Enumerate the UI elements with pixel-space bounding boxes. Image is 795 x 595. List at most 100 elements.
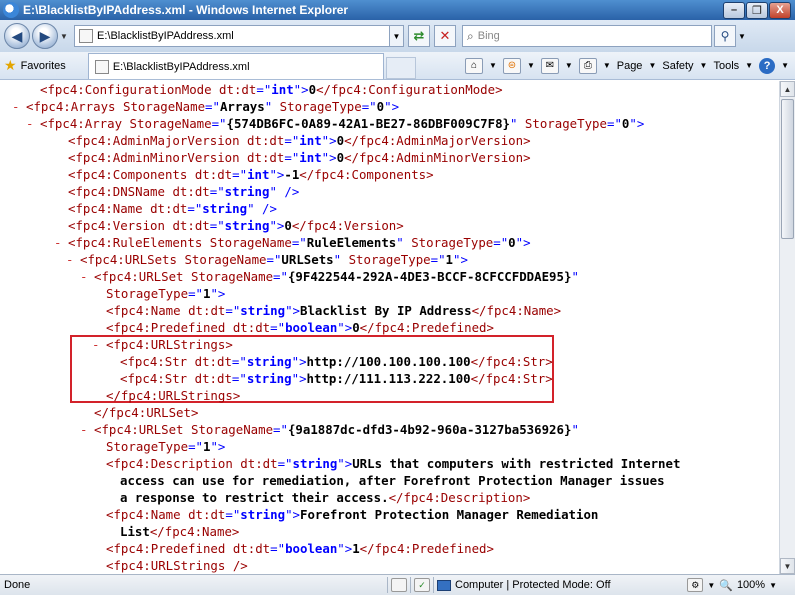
chevron-down-icon[interactable]: ▼ bbox=[745, 61, 753, 70]
vertical-scrollbar[interactable]: ▲ ▼ bbox=[779, 81, 795, 574]
zoom-control[interactable]: ⚙ ▼ 🔍 100% ▼ bbox=[687, 578, 777, 592]
xml-token: Forefront Protection Manager Remediation bbox=[299, 507, 599, 522]
xml-token: 1 bbox=[445, 252, 454, 267]
xml-token: <fpc4:ConfigurationMode bbox=[40, 82, 220, 97]
xml-token: <fpc4:RuleElements bbox=[68, 235, 210, 250]
favorites-button[interactable]: ★ Favorites bbox=[4, 57, 66, 74]
xml-token: </fpc4:Name> bbox=[471, 303, 562, 318]
xml-token: access can use for remediation, after Fo… bbox=[120, 473, 665, 488]
scroll-down-button[interactable]: ▼ bbox=[780, 558, 795, 574]
collapse-toggle[interactable]: - bbox=[80, 268, 87, 285]
chevron-down-icon[interactable]: ▼ bbox=[707, 581, 715, 590]
address-dropdown[interactable]: ▼ bbox=[389, 26, 403, 46]
xml-token: "> bbox=[337, 320, 353, 335]
search-box[interactable]: ⌕ Bing bbox=[462, 25, 712, 47]
print-icon[interactable]: ⎙ bbox=[578, 57, 597, 74]
chevron-down-icon[interactable]: ▼ bbox=[489, 61, 497, 70]
xml-token: =" bbox=[291, 235, 307, 250]
refresh-button[interactable]: ⇄ bbox=[408, 25, 430, 47]
xml-token: </fpc4:URLStrings> bbox=[106, 388, 241, 403]
feeds-icon[interactable]: ⊜ bbox=[502, 57, 521, 74]
xml-line: <fpc4:Predefined dt:dt="boolean">1</fpc4… bbox=[106, 540, 494, 557]
collapse-toggle[interactable]: - bbox=[80, 421, 87, 438]
xml-line: List</fpc4:Name> bbox=[120, 523, 239, 540]
xml-token: <fpc4:DNSName bbox=[68, 184, 173, 199]
chevron-down-icon[interactable]: ▼ bbox=[648, 61, 656, 70]
collapse-toggle[interactable]: - bbox=[92, 336, 99, 353]
page-icon bbox=[79, 29, 93, 43]
xml-token: =" bbox=[270, 541, 286, 556]
mail-icon[interactable]: ✉ bbox=[540, 57, 559, 74]
collapse-toggle[interactable]: - bbox=[12, 98, 19, 115]
zone-text: Computer | Protected Mode: Off bbox=[455, 579, 611, 591]
xml-token: dt:dt bbox=[194, 371, 232, 386]
search-options-dropdown[interactable]: ▼ bbox=[736, 32, 748, 41]
status-separator bbox=[387, 577, 388, 593]
magnifier-icon: 🔍 bbox=[719, 579, 733, 592]
options-icon[interactable]: ⚙ bbox=[687, 578, 704, 592]
xml-token: " bbox=[510, 116, 525, 131]
protection-status-icon[interactable]: ✓ bbox=[414, 578, 430, 592]
safety-menu[interactable]: Safety bbox=[662, 60, 693, 72]
ie-logo-icon bbox=[3, 2, 19, 18]
chevron-down-icon[interactable]: ▼ bbox=[769, 581, 777, 590]
close-button[interactable]: X bbox=[769, 1, 791, 19]
xml-token: "> bbox=[285, 507, 300, 522]
address-bar[interactable]: E:\BlacklistByIPAddress.xml ▼ bbox=[74, 25, 404, 47]
recent-pages-dropdown[interactable]: ▼ bbox=[58, 32, 70, 41]
tab-current[interactable]: E:\BlacklistByIPAddress.xml bbox=[87, 53, 384, 79]
page-icon bbox=[94, 59, 109, 74]
xml-token: =" bbox=[225, 303, 241, 318]
chevron-down-icon[interactable]: ▼ bbox=[781, 61, 789, 70]
xml-token: <fpc4:AdminMajorVersion bbox=[68, 133, 248, 148]
help-icon[interactable]: ? bbox=[759, 57, 776, 74]
xml-token: URLs that computers with restricted Inte… bbox=[352, 456, 681, 471]
xml-token: StorageName bbox=[190, 422, 274, 437]
search-placeholder[interactable]: Bing bbox=[478, 30, 500, 42]
xml-token: <fpc4:Predefined bbox=[106, 541, 233, 556]
xml-token: 0 bbox=[336, 133, 345, 148]
xml-token: " bbox=[333, 252, 349, 267]
collapse-toggle[interactable]: - bbox=[54, 234, 61, 251]
home-icon[interactable]: ⌂ bbox=[465, 57, 484, 74]
scroll-up-button[interactable]: ▲ bbox=[780, 81, 795, 97]
xml-token: int bbox=[271, 82, 294, 97]
xml-token: =" bbox=[188, 439, 203, 454]
forward-button[interactable]: ▶ bbox=[32, 23, 58, 49]
xml-line: <fpc4:Str dt:dt="string">http://111.113.… bbox=[120, 370, 553, 387]
xml-token: =" bbox=[188, 286, 203, 301]
xml-token: dt:dt bbox=[172, 218, 210, 233]
xml-token: "> bbox=[293, 82, 309, 97]
xml-token: StorageName bbox=[184, 252, 267, 267]
xml-line: - <fpc4:URLSets StorageName="URLSets" Sto… bbox=[66, 251, 468, 268]
xml-token: string bbox=[246, 371, 292, 386]
security-zone[interactable]: Computer | Protected Mode: Off bbox=[437, 579, 611, 591]
minimize-button[interactable]: – bbox=[723, 1, 745, 19]
xml-token: </fpc4:AdminMinorVersion> bbox=[344, 150, 531, 165]
status-separator bbox=[433, 577, 434, 593]
chevron-down-icon[interactable]: ▼ bbox=[565, 61, 573, 70]
search-button[interactable]: ⚲ bbox=[714, 25, 736, 47]
xml-line: <fpc4:Str dt:dt="string">http://100.100.… bbox=[120, 353, 553, 370]
new-tab-button[interactable] bbox=[385, 57, 416, 79]
address-text[interactable]: E:\BlacklistByIPAddress.xml bbox=[97, 30, 389, 42]
xml-token: RuleElements bbox=[306, 235, 397, 250]
collapse-toggle[interactable]: - bbox=[26, 115, 33, 132]
xml-line: <fpc4:Name dt:dt="string">Blacklist By I… bbox=[106, 302, 561, 319]
chevron-down-icon[interactable]: ▼ bbox=[527, 61, 535, 70]
favorites-label: Favorites bbox=[20, 59, 66, 72]
chevron-down-icon[interactable]: ▼ bbox=[603, 61, 611, 70]
collapse-toggle[interactable]: - bbox=[66, 251, 73, 268]
tools-menu[interactable]: Tools bbox=[713, 60, 739, 72]
page-menu[interactable]: Page bbox=[617, 60, 643, 72]
xml-token: string bbox=[202, 201, 248, 216]
refresh-icon: ⇄ bbox=[413, 28, 425, 43]
restore-button[interactable]: ❐ bbox=[746, 1, 768, 19]
back-button[interactable]: ◀ bbox=[4, 23, 30, 49]
scrollbar-thumb[interactable] bbox=[781, 99, 794, 239]
stop-button[interactable]: ✕ bbox=[434, 25, 456, 47]
xml-token: </fpc4:URLSet> bbox=[94, 405, 199, 420]
chevron-down-icon[interactable]: ▼ bbox=[700, 61, 708, 70]
xml-token: dt:dt bbox=[232, 541, 271, 556]
xml-token: <fpc4:URLStrings /> bbox=[106, 558, 248, 573]
